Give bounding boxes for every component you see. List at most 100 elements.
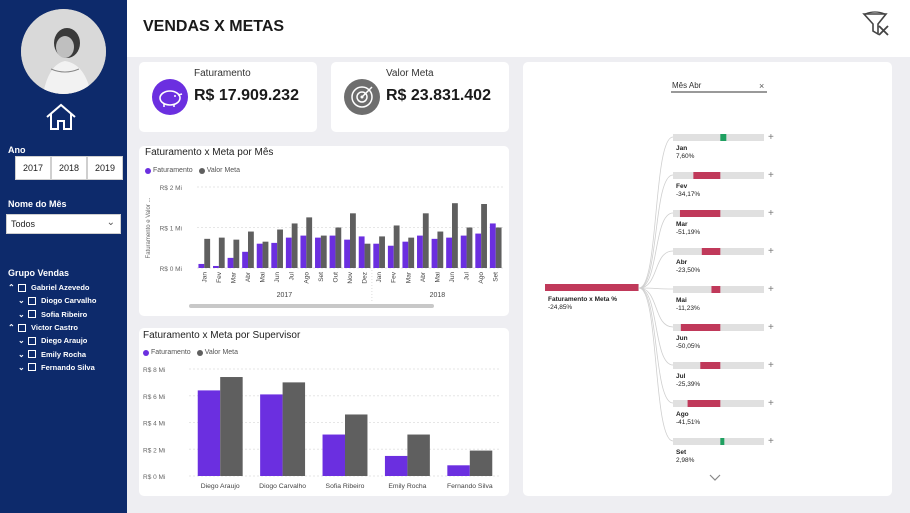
bar-faturamento[interactable]	[358, 236, 365, 268]
bar-meta[interactable]	[248, 231, 254, 268]
bar-faturamento[interactable]	[300, 235, 307, 268]
tree-item[interactable]: ⌃ Victor Castro	[8, 321, 126, 334]
bar-faturamento[interactable]	[489, 223, 496, 268]
node-bar[interactable]	[701, 248, 721, 255]
decomp-filter-label[interactable]: Mês Abr	[672, 81, 702, 90]
expand-plus-icon[interactable]: +	[768, 360, 774, 371]
bar-faturamento[interactable]	[285, 237, 292, 268]
bar-meta[interactable]	[277, 229, 283, 268]
chevron-down-icon[interactable]: ⌃	[8, 323, 18, 332]
expand-plus-icon[interactable]: +	[768, 322, 774, 333]
bar-faturamento[interactable]	[373, 243, 380, 268]
bar-faturamento[interactable]	[384, 455, 408, 476]
chevron-down-icon[interactable]: ⌄	[18, 296, 28, 305]
bar-meta[interactable]	[233, 239, 240, 268]
checkbox[interactable]	[28, 310, 36, 319]
bar-faturamento[interactable]	[344, 239, 350, 268]
chevron-down-icon[interactable]: ⌃	[8, 283, 18, 292]
bar-faturamento[interactable]	[315, 237, 321, 268]
bar-meta[interactable]	[220, 377, 243, 476]
checkbox[interactable]	[18, 323, 26, 332]
year-button-2017[interactable]: 2017	[15, 156, 51, 180]
checkbox[interactable]	[18, 283, 26, 292]
bar-meta[interactable]	[364, 243, 371, 268]
checkbox[interactable]	[28, 296, 36, 305]
checkbox[interactable]	[28, 363, 36, 372]
chevron-down-icon[interactable]: ⌄	[18, 310, 28, 319]
checkbox[interactable]	[28, 350, 36, 359]
bar-faturamento[interactable]	[197, 390, 221, 476]
month-dropdown[interactable]: Todos ⌄	[6, 214, 121, 234]
bar-meta[interactable]	[291, 223, 298, 268]
bar-meta[interactable]	[335, 227, 342, 269]
node-bar[interactable]	[711, 286, 721, 293]
bar-faturamento[interactable]	[417, 235, 423, 268]
bar-meta[interactable]	[466, 227, 473, 269]
bar-meta[interactable]	[282, 382, 306, 476]
expand-plus-icon[interactable]: +	[768, 436, 774, 447]
bar-faturamento[interactable]	[256, 243, 263, 268]
tree-item[interactable]: ⌄ Sofia Ribeiro	[8, 308, 126, 321]
horizontal-scrollbar[interactable]	[189, 304, 434, 308]
node-bar[interactable]	[693, 172, 721, 179]
bar-faturamento[interactable]	[460, 235, 467, 268]
bar-faturamento[interactable]	[475, 233, 482, 268]
clear-filter-icon[interactable]	[861, 9, 891, 39]
bar-meta[interactable]	[320, 235, 327, 268]
home-icon[interactable]	[44, 102, 78, 132]
node-bar[interactable]	[720, 134, 727, 141]
tree-item[interactable]: ⌃ Gabriel Azevedo	[8, 281, 126, 294]
bar-faturamento[interactable]	[402, 241, 409, 268]
bar-meta[interactable]	[204, 238, 211, 268]
checkbox[interactable]	[28, 336, 36, 345]
year-button-2018[interactable]: 2018	[51, 156, 87, 180]
bar-meta[interactable]	[306, 217, 313, 268]
bar-faturamento[interactable]	[198, 263, 205, 268]
node-bar[interactable]	[680, 324, 721, 331]
tree-item[interactable]: ⌄ Fernando Silva	[8, 361, 126, 374]
expand-plus-icon[interactable]: +	[768, 398, 774, 409]
bar-meta[interactable]	[345, 414, 368, 476]
tree-item[interactable]: ⌄ Emily Rocha	[8, 347, 126, 360]
node-bar[interactable]	[687, 400, 721, 407]
bar-meta[interactable]	[452, 203, 458, 268]
bar-meta[interactable]	[218, 237, 225, 268]
bar-meta[interactable]	[379, 236, 385, 268]
bar-meta[interactable]	[495, 227, 502, 269]
tree-item[interactable]: ⌄ Diego Araujo	[8, 334, 126, 347]
root-bar[interactable]	[545, 284, 639, 291]
expand-plus-icon[interactable]: +	[768, 132, 774, 143]
expand-plus-icon[interactable]: +	[768, 246, 774, 257]
bar-faturamento[interactable]	[447, 465, 470, 476]
chevron-down-icon[interactable]: ⌄	[18, 336, 28, 345]
bar-faturamento[interactable]	[213, 265, 219, 268]
bar-faturamento[interactable]	[431, 238, 438, 268]
bar-meta[interactable]	[437, 231, 444, 268]
expand-plus-icon[interactable]: +	[768, 170, 774, 181]
year-button-2019[interactable]: 2019	[87, 156, 123, 180]
bar-faturamento[interactable]	[387, 245, 394, 268]
chevron-down-icon[interactable]	[709, 474, 721, 481]
expand-plus-icon[interactable]: +	[768, 208, 774, 219]
bar-meta[interactable]	[393, 225, 400, 268]
bar-meta[interactable]	[262, 241, 269, 268]
tree-item[interactable]: ⌄ Diogo Carvalho	[8, 294, 126, 307]
bar-faturamento[interactable]	[322, 434, 345, 476]
node-bar[interactable]	[679, 210, 721, 217]
bar-faturamento[interactable]	[329, 235, 336, 268]
node-bar[interactable]	[700, 362, 721, 369]
node-bar[interactable]	[720, 438, 725, 445]
bar-meta[interactable]	[407, 434, 430, 476]
bar-meta[interactable]	[350, 213, 356, 268]
bar-meta[interactable]	[422, 213, 429, 268]
chevron-down-icon[interactable]: ⌄	[18, 363, 28, 372]
bar-faturamento[interactable]	[446, 237, 452, 268]
bar-faturamento[interactable]	[260, 394, 283, 476]
bar-meta[interactable]	[469, 450, 493, 476]
bar-faturamento[interactable]	[242, 251, 248, 268]
bar-faturamento[interactable]	[227, 257, 234, 268]
bar-meta[interactable]	[481, 204, 487, 268]
close-icon[interactable]: ×	[759, 81, 764, 91]
bar-meta[interactable]	[408, 237, 415, 268]
chevron-down-icon[interactable]: ⌄	[18, 350, 28, 359]
